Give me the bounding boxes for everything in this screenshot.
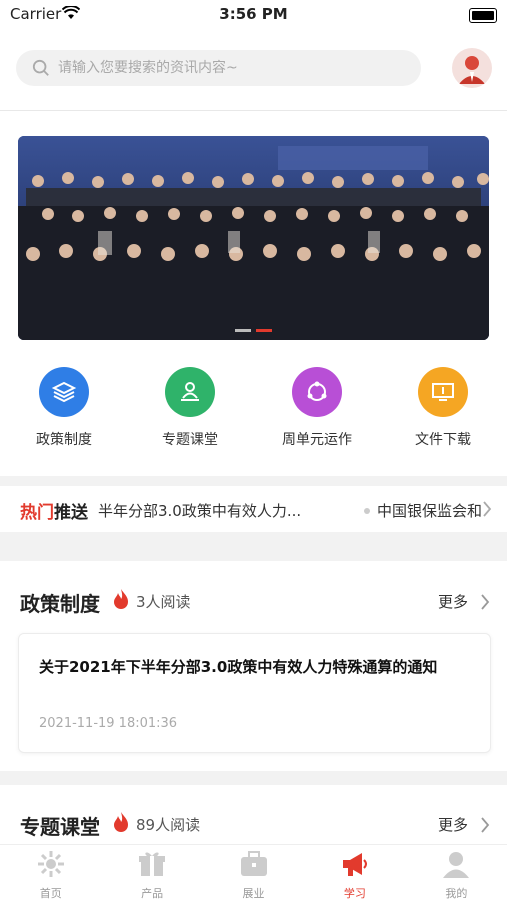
megaphone-icon [342, 853, 367, 876]
person-podium-icon [165, 367, 215, 417]
tab-home[interactable]: 首页 [0, 845, 101, 901]
shortcut-course[interactable]: 专题课堂 [135, 367, 245, 449]
tab-label: 学习 [343, 887, 366, 900]
search-bar[interactable] [16, 50, 421, 86]
shortcut-label: 专题课堂 [162, 432, 218, 448]
carousel-dot[interactable] [235, 329, 251, 332]
flame-icon [114, 589, 128, 609]
gift-icon [139, 852, 166, 876]
user-icon [443, 852, 470, 878]
shortcut-policy[interactable]: 政策制度 [9, 367, 119, 449]
chevron-right-icon[interactable] [482, 500, 492, 518]
status-bar: Carrier 3:56 PM [0, 0, 507, 30]
search-icon [32, 59, 49, 76]
shortcut-weekly-unit[interactable]: 周单元运作 [262, 367, 372, 449]
hot-push-ticker[interactable]: 热门推送 半年分部3.0政策中有效人力... 中国银保监会和 [0, 486, 507, 532]
tab-label: 我的 [445, 887, 468, 900]
tab-business[interactable]: 展业 [203, 845, 304, 901]
battery-icon [469, 8, 497, 23]
chevron-right-icon[interactable] [480, 593, 490, 611]
hot-item[interactable]: 中国银保监会和 [377, 500, 485, 521]
article-card[interactable]: 关于2021年下半年分部3.0政策中有效人力特殊通算的通知 2021-11-19… [18, 633, 491, 753]
tab-mine[interactable]: 我的 [406, 845, 507, 901]
avatar[interactable] [452, 48, 492, 88]
main-content[interactable]: 政策制度 专题课堂 周单元运作 文件下载 热门推送 半年分部3.0政策中有效人力… [0, 111, 507, 844]
hot-tag-red: 热门 [20, 503, 54, 523]
tab-label: 产品 [141, 887, 164, 900]
carousel-dot-active[interactable] [256, 329, 272, 332]
article-title[interactable]: 关于2021年下半年分部3.0政策中有效人力特殊通算的通知 [39, 654, 439, 680]
tab-bar: 首页 产品 展业 学习 我的 [0, 844, 507, 901]
banner-image [18, 136, 489, 340]
hot-tag-dark: 推送 [54, 503, 88, 523]
read-count: 89人阅读 [136, 816, 201, 834]
shortcut-label: 政策制度 [36, 432, 92, 448]
home-sun-icon [37, 851, 64, 877]
briefcase-icon [240, 851, 267, 876]
shortcut-label: 周单元运作 [282, 432, 352, 448]
user-avatar-icon [459, 56, 485, 84]
share-network-icon [292, 367, 342, 417]
top-section: 政策制度 专题课堂 周单元运作 文件下载 [0, 111, 507, 476]
clock: 3:56 PM [219, 5, 288, 23]
bullet-dot [364, 508, 370, 514]
more-link[interactable]: 更多 [438, 814, 468, 835]
chevron-right-icon[interactable] [480, 816, 490, 834]
shortcut-grid: 政策制度 专题课堂 周单元运作 文件下载 [0, 361, 507, 461]
banner-carousel[interactable] [18, 136, 489, 340]
shortcut-label: 文件下载 [415, 432, 471, 448]
article-date: 2021-11-19 18:01:36 [39, 716, 178, 731]
flame-icon [114, 812, 128, 832]
tab-study[interactable]: 学习 [304, 845, 405, 901]
section-title: 专题课堂 [20, 815, 100, 839]
tab-label: 展业 [242, 887, 265, 900]
carousel-dots[interactable] [18, 329, 489, 332]
hot-item[interactable]: 半年分部3.0政策中有效人力... [98, 500, 301, 521]
tab-product[interactable]: 产品 [101, 845, 202, 901]
shortcut-file-download[interactable]: 文件下载 [388, 367, 498, 449]
header [0, 30, 507, 111]
more-link[interactable]: 更多 [438, 591, 468, 612]
section-title: 政策制度 [20, 592, 100, 616]
policy-section: 政策制度 3人阅读 更多 关于2021年下半年分部3.0政策中有效人力特殊通算的… [0, 561, 507, 771]
monitor-download-icon [418, 367, 468, 417]
hot-push-tag: 热门推送 [20, 498, 88, 523]
search-input[interactable] [56, 59, 400, 77]
tab-label: 首页 [39, 887, 62, 900]
layers-icon [39, 367, 89, 417]
read-count: 3人阅读 [136, 593, 191, 611]
course-section: 专题课堂 89人阅读 更多 [0, 785, 507, 844]
